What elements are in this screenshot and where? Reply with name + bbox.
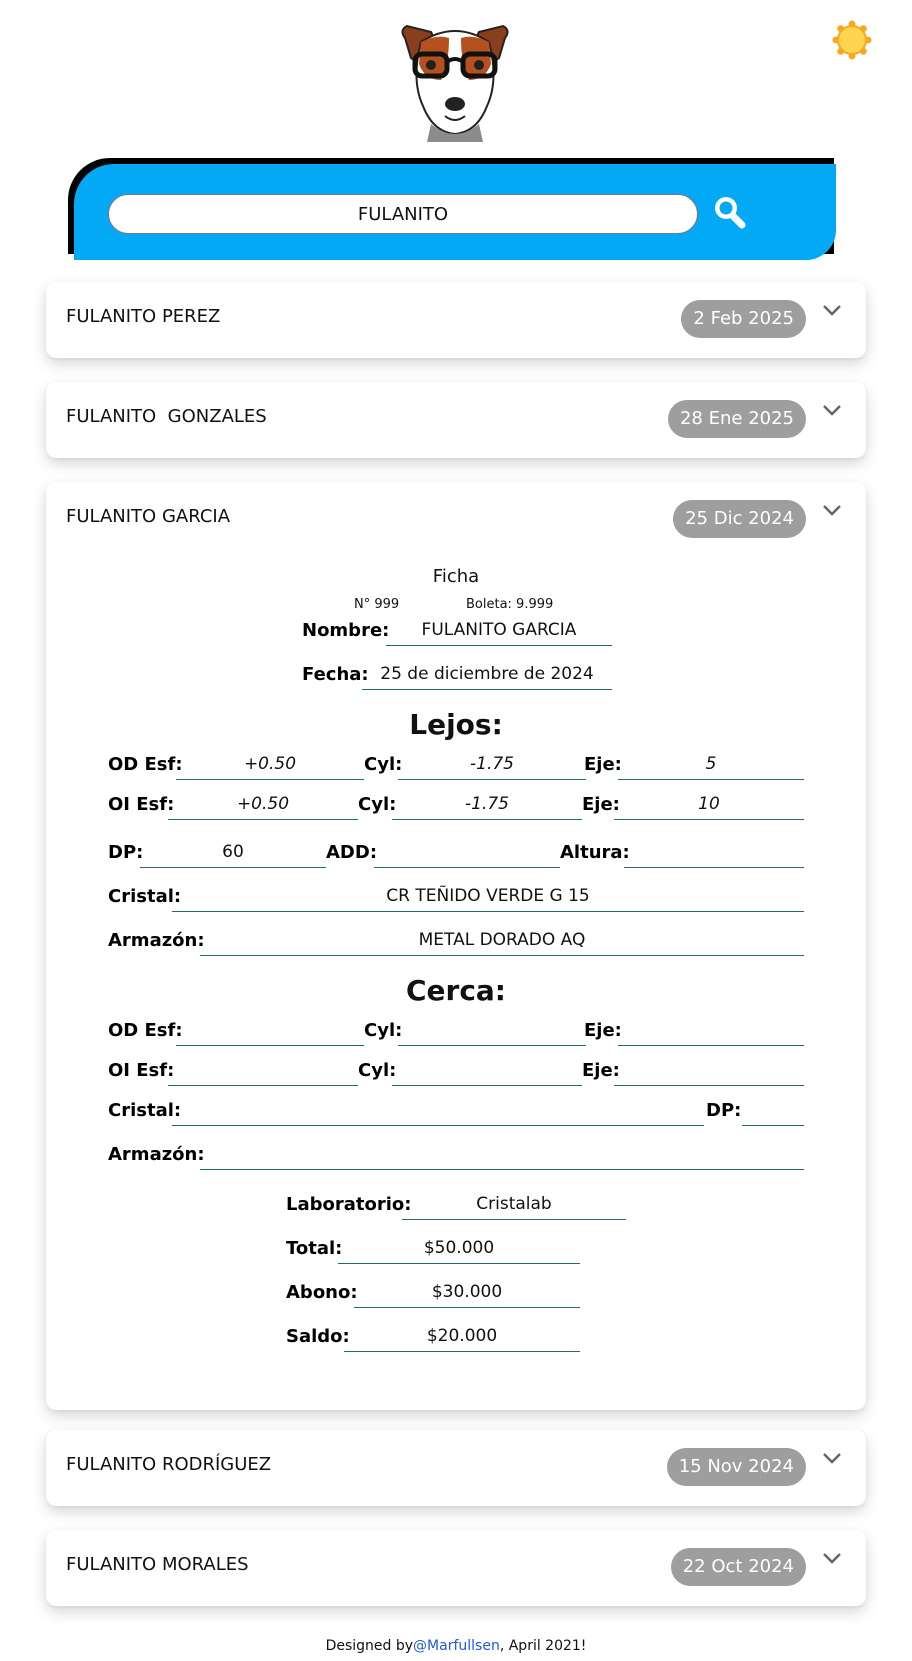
footer: Designed by@Marfullsen, April 2021!	[0, 1638, 912, 1654]
lejos-heading: Lejos:	[409, 708, 503, 741]
cerca-oi-esf-field[interactable]	[168, 1058, 358, 1086]
date-badge: 22 Oct 2024	[670, 1548, 806, 1586]
eje-label: Eje:	[584, 1020, 622, 1041]
record-name: FULANITO MORALES	[66, 1554, 249, 1575]
ficha-title: Ficha	[432, 566, 480, 587]
cerca-cristal-field[interactable]	[172, 1098, 704, 1126]
cerca-oi-eje-field[interactable]	[614, 1058, 804, 1086]
lejos-od-eje-field[interactable]: 5	[618, 752, 804, 780]
cerca-od-cyl-field[interactable]	[398, 1018, 586, 1046]
od-esf-label: OD Esf:	[108, 754, 183, 775]
abono-label: Abono:	[286, 1282, 358, 1303]
record-card[interactable]: FULANITO RODRÍGUEZ 15 Nov 2024	[46, 1430, 866, 1506]
altura-label: Altura:	[560, 842, 630, 863]
cyl-label: Cyl:	[358, 794, 397, 815]
search-input[interactable]	[108, 194, 698, 234]
sun-icon[interactable]	[832, 20, 872, 60]
ficha-boleta: Boleta: 9.999	[466, 597, 554, 612]
cerca-oi-cyl-field[interactable]	[392, 1058, 582, 1086]
ficha-number: N° 999	[354, 597, 400, 612]
chevron-down-icon[interactable]	[820, 1446, 844, 1470]
record-card[interactable]: FULANITO GONZALES 28 Ene 2025	[46, 382, 866, 458]
chevron-down-icon[interactable]	[820, 498, 844, 522]
record-name: FULANITO GONZALES	[66, 406, 267, 427]
dog-logo	[401, 24, 509, 142]
oi-esf-label: OI Esf:	[108, 794, 175, 815]
lejos-oi-eje-field[interactable]: 10	[614, 792, 804, 820]
lejos-dp-field[interactable]: 60	[140, 840, 326, 868]
record-card-expanded[interactable]: FULANITO GARCIA 25 Dic 2024 Ficha N° 999…	[46, 482, 866, 1410]
cerca-heading: Cerca:	[405, 974, 507, 1007]
lejos-add-field[interactable]	[374, 840, 560, 868]
total-label: Total:	[286, 1238, 343, 1259]
date-badge: 15 Nov 2024	[666, 1448, 806, 1486]
fecha-label: Fecha:	[302, 664, 369, 685]
author-link[interactable]: @Marfullsen	[413, 1638, 500, 1654]
cyl-label: Cyl:	[358, 1060, 397, 1081]
cerca-armazon-field[interactable]	[200, 1142, 804, 1170]
cristal-label: Cristal:	[108, 886, 182, 907]
lejos-od-cyl-field[interactable]: -1.75	[398, 752, 586, 780]
lejos-altura-field[interactable]	[624, 840, 804, 868]
cyl-label: Cyl:	[364, 1020, 403, 1041]
footer-suffix: , April 2021!	[499, 1638, 587, 1654]
lejos-oi-esf-field[interactable]: +0.50	[168, 792, 358, 820]
fecha-field[interactable]: 25 de diciembre de 2024	[362, 662, 612, 690]
lejos-cristal-field[interactable]: CR TEÑIDO VERDE G 15	[172, 884, 804, 912]
add-label: ADD:	[326, 842, 378, 863]
total-field[interactable]: $50.000	[338, 1236, 580, 1264]
search-icon[interactable]	[710, 194, 750, 234]
date-badge: 2 Feb 2025	[681, 300, 806, 338]
date-badge: 25 Dic 2024	[673, 500, 806, 538]
record-name: FULANITO PEREZ	[66, 306, 221, 327]
search-panel	[68, 158, 836, 260]
armazon-label: Armazón:	[108, 930, 205, 951]
chevron-down-icon[interactable]	[820, 298, 844, 322]
dp-label: DP:	[706, 1100, 742, 1121]
lejos-od-esf-field[interactable]: +0.50	[176, 752, 364, 780]
footer-prefix: Designed by	[325, 1638, 414, 1654]
nombre-label: Nombre:	[302, 620, 390, 641]
cerca-dp-field[interactable]	[742, 1098, 804, 1126]
chevron-down-icon[interactable]	[820, 398, 844, 422]
nombre-field[interactable]: FULANITO GARCIA	[386, 618, 612, 646]
record-name: FULANITO GARCIA	[66, 506, 231, 527]
record-name: FULANITO RODRÍGUEZ	[66, 1454, 272, 1475]
record-card[interactable]: FULANITO PEREZ 2 Feb 2025	[46, 282, 866, 358]
cerca-od-esf-field[interactable]	[176, 1018, 364, 1046]
lejos-oi-cyl-field[interactable]: -1.75	[392, 792, 582, 820]
dp-label: DP:	[108, 842, 144, 863]
saldo-field[interactable]: $20.000	[344, 1324, 580, 1352]
date-badge: 28 Ene 2025	[667, 400, 806, 438]
laboratorio-field[interactable]: Cristalab	[402, 1192, 626, 1220]
cristal-label: Cristal:	[108, 1100, 182, 1121]
oi-esf-label: OI Esf:	[108, 1060, 175, 1081]
armazon-label: Armazón:	[108, 1144, 205, 1165]
record-card[interactable]: FULANITO MORALES 22 Oct 2024	[46, 1530, 866, 1606]
eje-label: Eje:	[584, 754, 622, 775]
od-esf-label: OD Esf:	[108, 1020, 183, 1041]
cerca-od-eje-field[interactable]	[618, 1018, 804, 1046]
chevron-down-icon[interactable]	[820, 1546, 844, 1570]
cyl-label: Cyl:	[364, 754, 403, 775]
lejos-armazon-field[interactable]: METAL DORADO AQ	[200, 928, 804, 956]
abono-field[interactable]: $30.000	[354, 1280, 580, 1308]
saldo-label: Saldo:	[286, 1326, 350, 1347]
laboratorio-label: Laboratorio:	[286, 1194, 412, 1215]
search-bar	[74, 164, 836, 260]
